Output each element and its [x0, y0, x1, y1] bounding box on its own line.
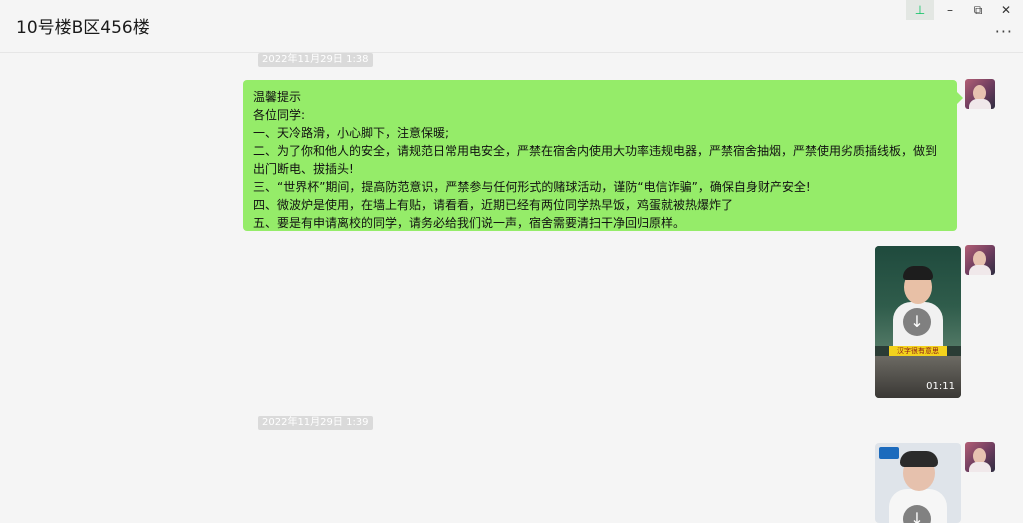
notice-line: 二、为了你和他人的安全，请规范日常用电安全，严禁在宿舍内使用大功率违规电器，严禁… — [253, 144, 938, 176]
download-icon[interactable]: ↓ — [903, 308, 931, 336]
notice-line: 三、“世界杯”期间，提高防范意识，严禁参与任何形式的赌球活动，谨防“电信诈骗”，… — [253, 180, 811, 194]
timestamp: 2022年11月29日 1:38 — [258, 53, 373, 67]
notice-line: 四、微波炉是使用，在墙上有贴，请看看，近期已经有两位同学热早饭，鸡蛋就被热爆炸了 — [253, 198, 734, 212]
video-thumbnail-hair — [903, 266, 933, 280]
pin-button[interactable]: ⊥ — [906, 0, 934, 20]
avatar[interactable] — [965, 442, 995, 472]
video-thumbnail-tag — [879, 447, 899, 459]
video-message[interactable]: 汉字很有意思 ↓ 01:11 — [875, 246, 961, 398]
chat-header: 10号楼B区456楼 ⊥ – ⧉ ✕ ··· — [0, 0, 1023, 53]
avatar-shirt — [969, 99, 991, 109]
timestamp: 2022年11月29日 1:39 — [258, 416, 373, 430]
avatar[interactable] — [965, 245, 995, 275]
more-options-button[interactable]: ··· — [995, 22, 1013, 41]
video-caption: 汉字很有意思 — [889, 346, 947, 356]
minimize-button[interactable]: – — [936, 0, 964, 20]
video-thumbnail-hair — [900, 451, 938, 467]
notice-line: 各位同学: — [253, 108, 306, 122]
avatar-shirt — [969, 265, 991, 275]
close-button[interactable]: ✕ — [992, 0, 1020, 20]
message-bubble[interactable]: 温馨提示 各位同学: 一、天冷路滑，小心脚下，注意保暖; 二、为了你和他人的安全… — [243, 80, 963, 231]
avatar-shirt — [969, 462, 991, 472]
notice-line: 五、要是有申请离校的同学，请务必给我们说一声，宿舍需要清扫干净回归原样。 — [253, 216, 686, 230]
video-duration: 01:11 — [926, 381, 955, 392]
restore-button[interactable]: ⧉ — [964, 0, 992, 20]
notice-line: 温馨提示 — [253, 90, 302, 104]
avatar[interactable] — [965, 79, 995, 109]
bubble-tail — [957, 92, 963, 104]
chat-title: 10号楼B区456楼 — [16, 18, 150, 38]
notice-line: 一、天冷路滑，小心脚下，注意保暖; — [253, 126, 450, 140]
video-message[interactable]: ↓ — [875, 443, 961, 523]
